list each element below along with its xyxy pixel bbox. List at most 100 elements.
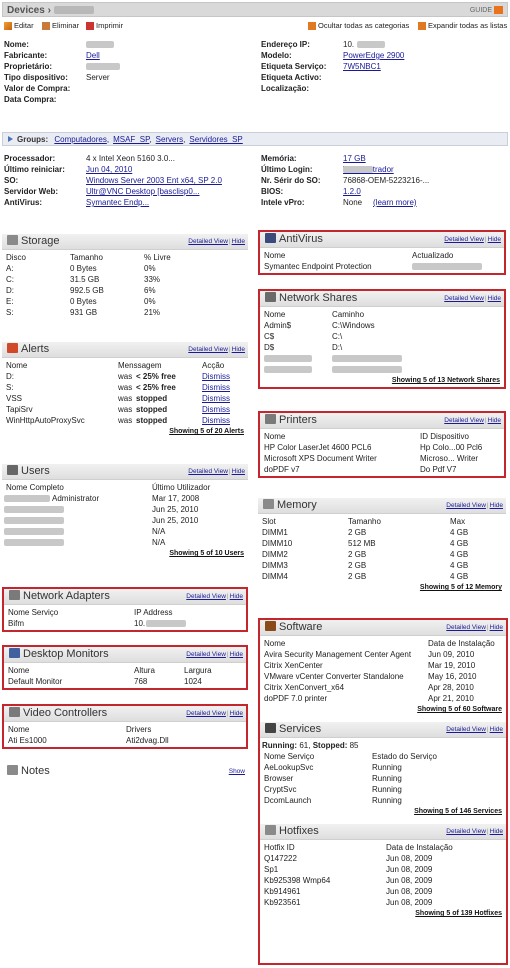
- hide-link[interactable]: Hide: [488, 295, 501, 302]
- info-label: Etiqueta Activo:: [261, 73, 322, 82]
- dismiss-link[interactable]: Dismiss: [202, 404, 230, 415]
- table-row: DcomLaunch Running: [262, 795, 504, 806]
- guide-button[interactable]: GUIDE: [470, 6, 503, 14]
- table-row: D: was < 25% free Dismiss: [4, 371, 246, 382]
- table-cell: N/A: [152, 538, 166, 547]
- table-row: DIMM10 512 MB 4 GB: [260, 538, 504, 549]
- info-value[interactable]: 7W5NBC1: [343, 61, 381, 72]
- panel-links: Detailed View|Hide: [188, 238, 245, 245]
- dismiss-link[interactable]: Dismiss: [202, 393, 230, 404]
- info-row: AntiVirus: Symantec Endp...: [4, 197, 249, 208]
- group-link[interactable]: MSAF_SP: [113, 135, 149, 144]
- detailed-view-link[interactable]: Detailed View: [444, 236, 484, 243]
- dismiss-link[interactable]: Dismiss: [202, 415, 230, 426]
- expand-arrow-icon[interactable]: [8, 136, 13, 142]
- showing-count-link[interactable]: Showing 5 of 146 Services: [414, 808, 502, 815]
- table-cell: doPDF 7.0 printer: [264, 694, 328, 703]
- detailed-view-link[interactable]: Detailed View: [444, 417, 484, 424]
- hide-link[interactable]: Hide: [230, 651, 243, 658]
- panel-title: Desktop Monitors: [9, 648, 109, 660]
- showing-count-link[interactable]: Showing 5 of 139 Hotfixes: [415, 910, 502, 917]
- detailed-view-link[interactable]: Detailed View: [188, 346, 228, 353]
- hide-link[interactable]: Hide: [490, 726, 503, 733]
- hide-link[interactable]: Hide: [488, 236, 501, 243]
- group-link[interactable]: Computadores: [54, 135, 106, 144]
- table-cell: Jun 25, 2010: [152, 505, 199, 514]
- group-link[interactable]: Servers: [156, 135, 184, 144]
- showing-count-link[interactable]: Showing 5 of 13 Network Shares: [392, 377, 500, 384]
- panel-links: Detailed View|Hide: [188, 346, 245, 353]
- table-cell: Kb925398 Wmp64: [264, 876, 331, 885]
- detailed-view-link[interactable]: Detailed View: [188, 238, 228, 245]
- panel-title: Software: [265, 621, 322, 633]
- expand-lists-button[interactable]: Expandir todas as listas: [418, 21, 507, 31]
- group-link[interactable]: Servidores_SP: [189, 135, 242, 144]
- table-cell: Apr 21, 2010: [428, 694, 474, 703]
- info-value[interactable]: 17 GB: [343, 153, 366, 164]
- dismiss-link[interactable]: Dismiss: [202, 382, 230, 393]
- groups-bar: Groups: Computadores, MSAF_SP, Servers, Ser…: [2, 132, 508, 146]
- panel-header: Users Detailed View|Hide: [2, 464, 248, 480]
- link-separator: |: [226, 710, 229, 717]
- info-value[interactable]: Dell: [86, 50, 100, 61]
- table-row: [262, 364, 502, 375]
- showing-count-link[interactable]: Showing 5 of 10 Users: [169, 550, 244, 557]
- hide-link[interactable]: Hide: [490, 828, 503, 835]
- detailed-view-link[interactable]: Detailed View: [188, 468, 228, 475]
- info-label: Proprietário:: [4, 62, 53, 71]
- detailed-view-link[interactable]: Detailed View: [446, 828, 486, 835]
- hide-link[interactable]: Hide: [232, 346, 245, 353]
- table-cell: Ati2dvag.Dll: [126, 736, 169, 745]
- panel-links: Detailed View|Hide: [446, 726, 503, 733]
- table-cell: A:: [6, 264, 14, 273]
- dismiss-link[interactable]: Dismiss: [202, 371, 230, 382]
- info-row: Processador: 4 x Intel Xeon 5160 3.0...: [4, 153, 249, 164]
- info-value[interactable]: Symantec Endp...: [86, 197, 149, 208]
- info-value[interactable]: Jun 04, 2010: [86, 164, 132, 175]
- showing-count-link[interactable]: Showing 5 of 20 Alerts: [169, 428, 244, 435]
- detailed-view-link[interactable]: Detailed View: [446, 624, 486, 631]
- table-cell: Hp Colo...00 Pcl6: [420, 443, 483, 452]
- detailed-view-link[interactable]: Detailed View: [446, 726, 486, 733]
- table-row: VSS was stopped Dismiss: [4, 393, 246, 404]
- column-header: Data de Instalação: [428, 639, 495, 648]
- hide-link[interactable]: Hide: [488, 417, 501, 424]
- detailed-view-link[interactable]: Detailed View: [444, 295, 484, 302]
- table-cell: doPDF v7: [264, 465, 300, 474]
- detailed-view-link[interactable]: Detailed View: [186, 710, 226, 717]
- redacted-device-name: [53, 6, 94, 15]
- detailed-view-link[interactable]: Detailed View: [446, 502, 486, 509]
- table-cell: 2 GB: [348, 561, 367, 570]
- print-button[interactable]: Imprimir: [86, 21, 123, 31]
- panel-body: Slot Tamanho Max DIMM1 2 GB 4 GB DIMM10 512 MB 4…: [258, 514, 506, 594]
- info-value[interactable]: 1.2.0: [343, 186, 361, 197]
- hide-link[interactable]: Hide: [232, 468, 245, 475]
- info-value[interactable]: Windows Server 2003 Ent x64, SP 2.0: [86, 175, 222, 186]
- notes-panel: Notes Show: [2, 764, 248, 780]
- table-header-row: Nome Caminho: [262, 309, 502, 320]
- table-row: DIMM1 2 GB 4 GB: [260, 527, 504, 538]
- hide-link[interactable]: Hide: [490, 624, 503, 631]
- delete-button[interactable]: Eliminar: [42, 21, 79, 31]
- hide-categories-button[interactable]: Ocultar todas as categorias: [308, 21, 409, 31]
- table-cell: VMware vCenter Converter Standalone: [264, 672, 404, 681]
- detailed-view-link[interactable]: Detailed View: [186, 651, 226, 658]
- info-value[interactable]: PowerEdge 2900: [343, 50, 404, 61]
- showing-count-link[interactable]: Showing 5 of 12 Memory: [420, 584, 502, 591]
- show-link[interactable]: Show: [229, 768, 245, 775]
- breadcrumb[interactable]: Devices ›: [7, 5, 94, 16]
- edit-button[interactable]: Editar: [4, 21, 34, 31]
- detailed-view-link[interactable]: Detailed View: [186, 593, 226, 600]
- hide-link[interactable]: Hide: [490, 502, 503, 509]
- hide-link[interactable]: Hide: [232, 238, 245, 245]
- hide-link[interactable]: Hide: [230, 593, 243, 600]
- info-label: Endereço IP:: [261, 40, 310, 49]
- printers-panel: Printers Detailed View|Hide Nome ID Disposi…: [258, 411, 506, 478]
- panel-body: Nome Data de Instalação Avira Security Man…: [260, 636, 506, 716]
- showing-count-link[interactable]: Showing 5 of 60 Software: [417, 706, 502, 713]
- info-label: Fabricante:: [4, 51, 48, 60]
- learn-more-link[interactable]: (learn more): [373, 197, 417, 208]
- redacted-value: [146, 620, 186, 627]
- hide-link[interactable]: Hide: [230, 710, 243, 717]
- info-value[interactable]: Ultr@VNC Desktop [basclisp0...: [86, 186, 200, 197]
